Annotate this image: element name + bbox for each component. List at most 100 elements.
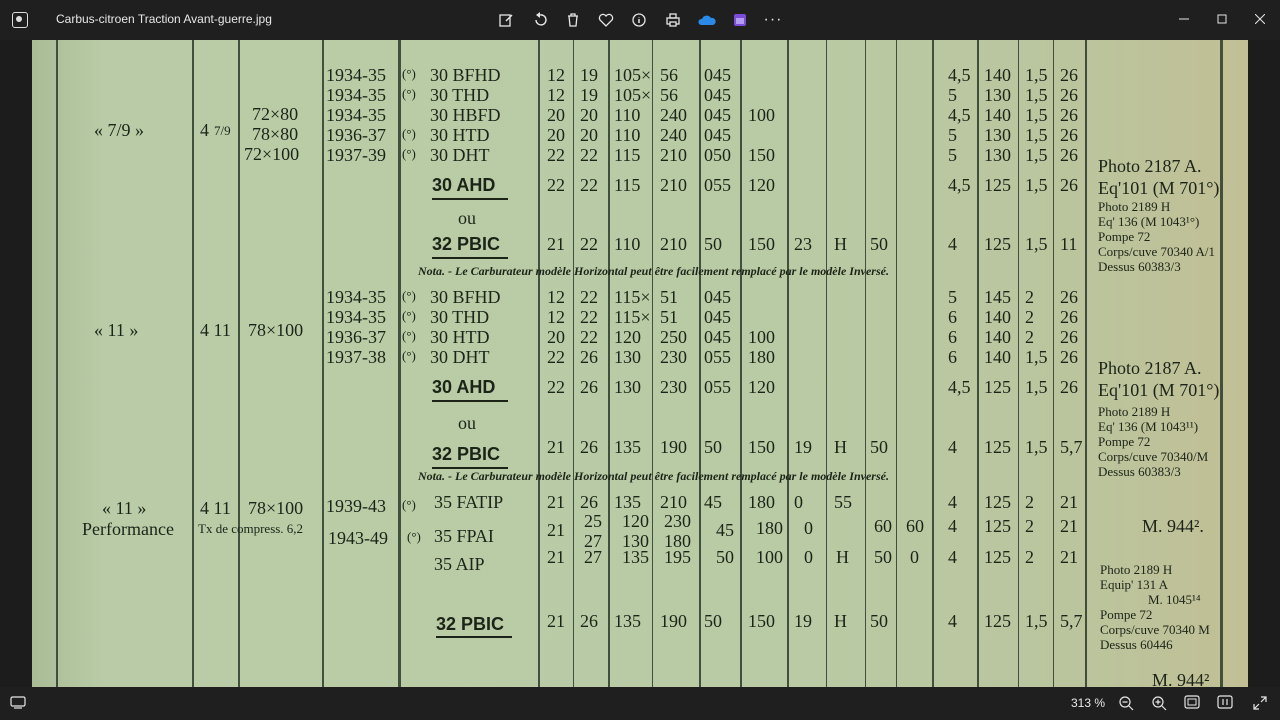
zoom-out-icon[interactable] xyxy=(1118,695,1134,714)
note-line: Photo 2189 H xyxy=(1098,199,1171,214)
spec-11-cell: 115× xyxy=(614,307,651,327)
spec-pbic-11-cell: 1,5 xyxy=(1025,437,1048,457)
spec-fpai-cell: 125 xyxy=(984,516,1011,536)
model-label-perf: « 11 » xyxy=(102,498,147,518)
spec-11-cell: 045 xyxy=(704,327,731,347)
spec-79-cell: 20 xyxy=(547,105,565,125)
spec-fpai-cell: 230 xyxy=(664,511,691,531)
spec-aip-cell: 100 xyxy=(756,547,783,567)
spec-11-cell: 12 xyxy=(547,287,565,307)
spec-79-cell: 140 xyxy=(984,105,1011,125)
info-icon[interactable] xyxy=(625,8,653,32)
filmstrip-icon[interactable] xyxy=(10,695,26,712)
spec-fpai-cell: 25 xyxy=(584,511,602,531)
note-line: Pompe 72 xyxy=(1098,434,1151,449)
note-line: Corps/cuve 70340 M xyxy=(1100,622,1210,637)
spec-79-cell: 050 xyxy=(704,145,731,165)
fullscreen-icon[interactable] xyxy=(1252,695,1268,714)
maximize-button[interactable] xyxy=(1202,6,1242,32)
spec-fpai-cell: 0 xyxy=(804,518,813,538)
option-mark: (°) xyxy=(402,348,416,363)
spec-pbic-11-cell: 50 xyxy=(704,437,722,457)
spec-ahd-79-cell: 210 xyxy=(660,175,687,195)
year-range: 1937-39 xyxy=(326,145,386,165)
spec-fatip-cell: 45 xyxy=(704,492,722,512)
favorite-icon[interactable] xyxy=(592,8,620,32)
carburettor-model: 30 HTD xyxy=(430,125,490,145)
spec-pbic-perf-cell: 125 xyxy=(984,611,1011,631)
spec-79-cell: 56 xyxy=(660,65,678,85)
spec-ahd-79-cell: 125 xyxy=(984,175,1011,195)
onedrive-icon[interactable] xyxy=(693,8,721,32)
bore-stroke-perf: 78×100 xyxy=(248,498,304,518)
spec-fatip-cell: 2 xyxy=(1025,492,1034,512)
minimize-button[interactable] xyxy=(1164,6,1204,32)
print-icon[interactable] xyxy=(659,8,687,32)
carburettor-model: 35 FPAI xyxy=(434,526,494,546)
rotate-icon[interactable] xyxy=(526,8,554,32)
spec-fatip-cell: 125 xyxy=(984,492,1011,512)
bore-stroke-11: 78×100 xyxy=(248,320,304,340)
close-button[interactable] xyxy=(1240,6,1280,32)
spec-11-cell: 2 xyxy=(1025,327,1034,347)
spec-11-cell: 100 xyxy=(748,327,775,347)
note-line: Corps/cuve 70340 A/1 xyxy=(1098,244,1215,259)
spec-11-cell: 055 xyxy=(704,347,731,367)
spec-11-cell: 140 xyxy=(984,327,1011,347)
spec-11-cell: 26 xyxy=(1060,327,1078,347)
delete-icon[interactable] xyxy=(559,8,587,32)
spec-pbic-79-cell: 50 xyxy=(870,234,888,254)
note-photo: Photo 2187 A. xyxy=(1098,358,1202,378)
cylinders-79: 4 xyxy=(200,120,209,140)
clipchamp-icon[interactable] xyxy=(726,8,754,32)
spec-11-cell: 230 xyxy=(660,347,687,367)
note-photo: Photo 2187 A. xyxy=(1098,156,1202,176)
model-label-11: « 11 » xyxy=(94,320,139,340)
bore-stroke-79: 78×80 xyxy=(252,124,299,144)
image-viewport[interactable]: « 7/9 » 4 7/9 72×80 78×80 72×100 1934-35 1934-3… xyxy=(0,40,1280,687)
spec-pbic-11-cell: 4 xyxy=(948,437,957,457)
spec-pbic-perf-cell: 21 xyxy=(547,611,565,631)
spec-79-cell: 130 xyxy=(984,125,1011,145)
underline-rule xyxy=(436,636,512,638)
year-range: 1934-35 xyxy=(326,307,386,327)
year-range: 1943-49 xyxy=(328,528,388,548)
spec-11-cell: 26 xyxy=(1060,287,1078,307)
spec-79-cell: 20 xyxy=(580,125,598,145)
spec-aip-cell: 135 xyxy=(622,547,649,567)
spec-pbic-perf-cell: 4 xyxy=(948,611,957,631)
spec-pbic-79-cell: 150 xyxy=(748,234,775,254)
spec-79-cell: 1,5 xyxy=(1025,105,1048,125)
or-label: ou xyxy=(458,208,476,228)
nota-line-2: Nota. - Le Carburateur modèle Horizontal… xyxy=(418,469,889,483)
spec-11-cell: 045 xyxy=(704,307,731,327)
spec-79-cell: 110 xyxy=(614,105,641,125)
carburettor-pbic-79: 32 PBIC xyxy=(432,234,501,254)
actual-size-icon[interactable] xyxy=(1217,695,1233,712)
spec-11-cell: 26 xyxy=(580,347,598,367)
reference-m944-2: M. 944² xyxy=(1152,670,1210,687)
carburettor-model: 30 DHT xyxy=(430,347,490,367)
fit-to-window-icon[interactable] xyxy=(1184,695,1200,712)
spec-pbic-11-cell: 19 xyxy=(794,437,812,457)
zoom-level[interactable]: 313 % xyxy=(1071,696,1105,710)
spec-pbic-perf-cell: 19 xyxy=(794,611,812,631)
zoom-in-icon[interactable] xyxy=(1151,695,1167,714)
spec-pbic-perf-cell: 150 xyxy=(748,611,775,631)
spec-aip-cell: 21 xyxy=(1060,547,1078,567)
spec-aip-cell: 0 xyxy=(804,547,813,567)
more-icon[interactable]: ··· xyxy=(759,8,787,32)
spec-11-cell: 140 xyxy=(984,347,1011,367)
spec-79-cell: 105× xyxy=(614,85,652,105)
spec-pbic-79-cell: 21 xyxy=(547,234,565,254)
spec-11-cell: 22 xyxy=(580,307,598,327)
spec-11-cell: 2 xyxy=(1025,287,1034,307)
spec-11-cell: 22 xyxy=(547,347,565,367)
spec-fatip-cell: 135 xyxy=(614,492,641,512)
spec-ahd-11-cell: 230 xyxy=(660,377,687,397)
edit-icon[interactable] xyxy=(492,8,520,32)
spec-fpai-cell: 21 xyxy=(1060,516,1078,536)
spec-aip-cell: 27 xyxy=(584,547,602,567)
spec-11-cell: 12 xyxy=(547,307,565,327)
spec-pbic-perf-cell: 190 xyxy=(660,611,687,631)
